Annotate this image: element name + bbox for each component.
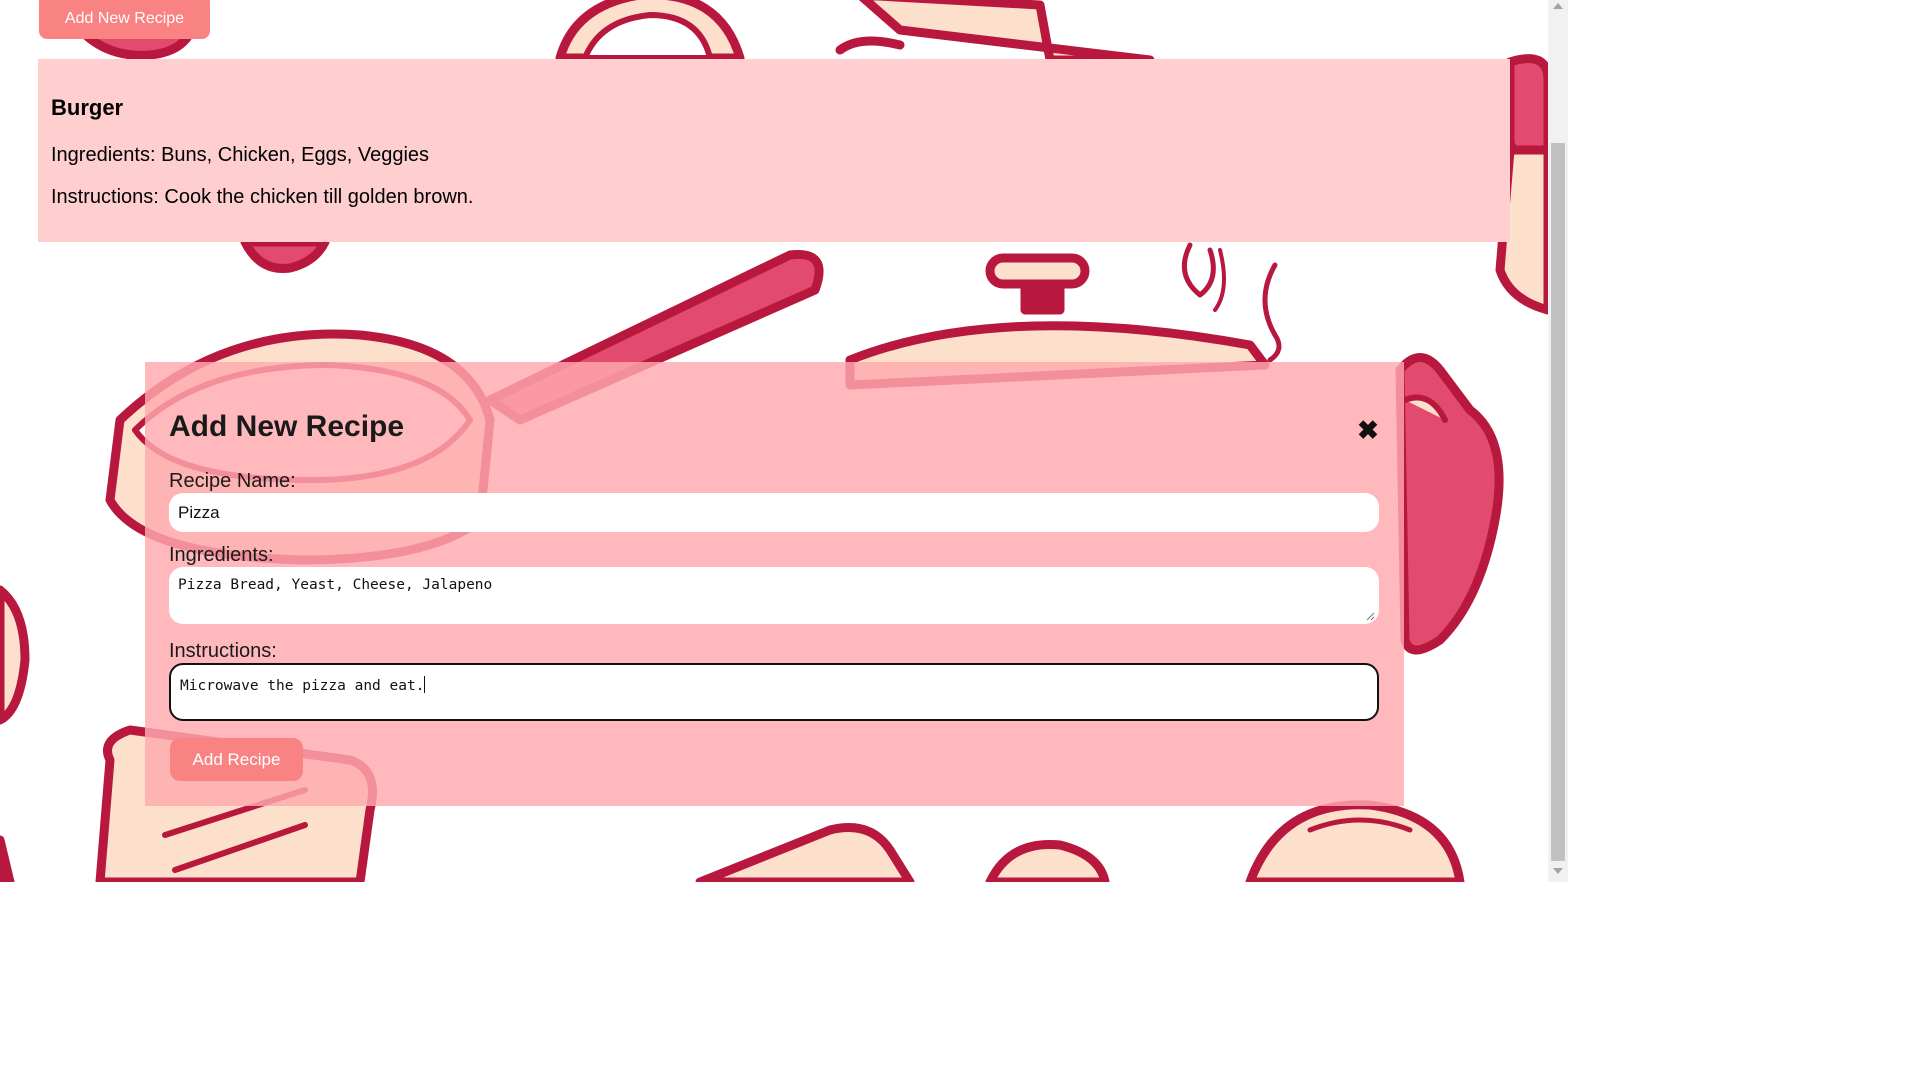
modal-title: Add New Recipe xyxy=(169,410,405,443)
scroll-up-icon[interactable] xyxy=(1553,3,1563,9)
add-recipe-button[interactable]: Add Recipe xyxy=(170,738,303,781)
instructions-label: Instructions: xyxy=(169,640,277,662)
resize-handle-icon[interactable] xyxy=(1366,612,1375,621)
scrollbar-thumb[interactable] xyxy=(1551,143,1565,861)
text-caret xyxy=(424,676,426,693)
recipe-name-label: Recipe Name: xyxy=(169,470,296,492)
instructions-textarea[interactable]: Microwave the pizza and eat. xyxy=(169,663,1379,721)
recipe-card: Burger Ingredients: Buns, Chicken, Eggs,… xyxy=(38,59,1510,242)
recipe-name-input[interactable]: Pizza xyxy=(169,493,1379,532)
recipe-ingredients: Ingredients: Buns, Chicken, Eggs, Veggie… xyxy=(51,144,430,166)
recipe-title: Burger xyxy=(51,95,124,120)
scroll-down-icon[interactable] xyxy=(1553,868,1563,874)
ingredients-value: Pizza Bread, Yeast, Cheese, Jalapeno xyxy=(178,577,493,593)
instructions-value: Microwave the pizza and eat. xyxy=(180,678,425,694)
close-icon[interactable]: ✖ xyxy=(1357,417,1379,443)
ingredients-textarea[interactable]: Pizza Bread, Yeast, Cheese, Jalapeno xyxy=(169,567,1379,624)
vertical-scrollbar[interactable] xyxy=(1548,0,1568,882)
add-recipe-modal: Add New Recipe ✖ Recipe Name: Pizza Ingr… xyxy=(145,362,1404,806)
add-new-recipe-button[interactable]: Add New Recipe xyxy=(39,0,210,39)
recipe-instructions: Instructions: Cook the chicken till gold… xyxy=(51,186,474,208)
ingredients-label: Ingredients: xyxy=(169,544,274,566)
